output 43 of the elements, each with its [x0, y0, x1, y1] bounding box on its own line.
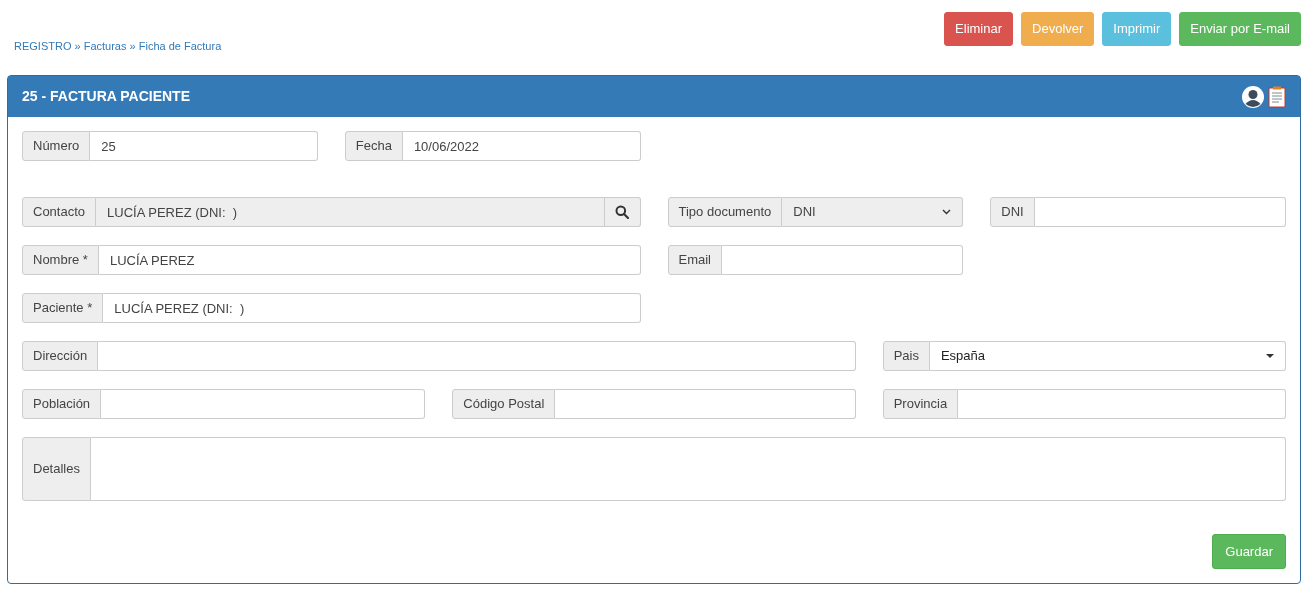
select-field[interactable]: España	[929, 341, 1286, 371]
search-button[interactable]	[604, 197, 641, 227]
field-label: Detalles	[22, 437, 91, 501]
breadcrumb-separator: »	[128, 40, 137, 52]
field-label: Número	[22, 131, 91, 161]
field-label: Código Postal	[452, 389, 556, 419]
input-field[interactable]	[101, 389, 426, 419]
field-label: Contacto	[22, 197, 97, 227]
action-button[interactable]: Enviar por E-mail	[1179, 12, 1301, 46]
user-avatar-icon[interactable]	[1242, 85, 1264, 108]
input-field[interactable]: LUCÍA PEREZ (DNI: )	[103, 293, 641, 323]
input-field[interactable]	[1034, 197, 1286, 227]
input-field[interactable]	[98, 341, 856, 371]
input-field[interactable]	[722, 245, 964, 275]
input-field[interactable]	[555, 389, 856, 419]
chevron-down-icon	[942, 209, 952, 215]
field-label: Provincia	[882, 389, 959, 419]
field-label: Paciente *	[22, 293, 104, 323]
panel-title: 25 - FACTURA PACIENTE	[22, 87, 190, 106]
caret-down-icon	[1266, 354, 1274, 358]
field-label: Pais	[882, 341, 930, 371]
field-label: Email	[667, 245, 722, 275]
save-button[interactable]: Guardar	[1212, 533, 1286, 569]
contact-field[interactable]: LUCÍA PEREZ (DNI: )	[96, 197, 605, 227]
field-label: Población	[22, 389, 102, 419]
breadcrumb-link[interactable]: Ficha de Factura	[138, 40, 222, 52]
field-label: Tipo documento	[667, 197, 783, 227]
field-label: Nombre *	[22, 245, 99, 275]
text-area[interactable]	[90, 437, 1286, 501]
breadcrumb-link[interactable]: Facturas	[83, 40, 127, 52]
breadcrumb-link[interactable]: REGISTRO	[14, 40, 72, 52]
search-icon	[615, 205, 629, 219]
field-label: DNI	[990, 197, 1035, 227]
input-field[interactable]: 25	[90, 131, 318, 161]
field-label: Fecha	[344, 131, 403, 161]
input-field[interactable]: LUCÍA PEREZ	[98, 245, 641, 275]
field-label: Dirección	[22, 341, 99, 371]
breadcrumb-separator: »	[73, 40, 82, 52]
clipboard-icon[interactable]	[1268, 85, 1286, 108]
select-field[interactable]: DNI	[782, 197, 964, 227]
action-button[interactable]: Eliminar	[944, 12, 1014, 46]
input-field[interactable]	[958, 389, 1286, 419]
input-field[interactable]: 10/06/2022	[402, 131, 641, 161]
